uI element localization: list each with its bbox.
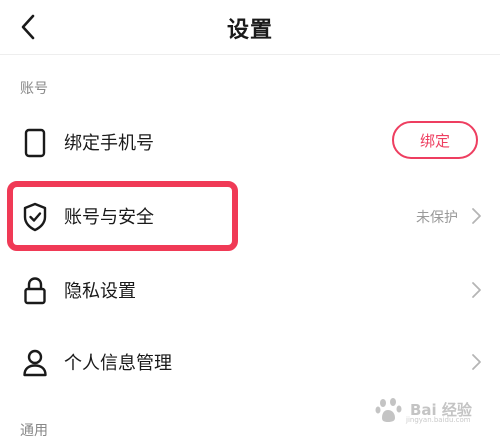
row-privacy[interactable]: 隐私设置 bbox=[0, 260, 500, 320]
watermark: Bai 经验 jingyan.baidu.com bbox=[372, 396, 494, 426]
chevron-right-icon bbox=[472, 208, 481, 224]
watermark-sub: jingyan.baidu.com bbox=[406, 416, 471, 424]
header: 设置 bbox=[0, 0, 500, 54]
shield-check-icon bbox=[18, 200, 52, 234]
row-label: 隐私设置 bbox=[64, 281, 136, 302]
paw-icon bbox=[375, 398, 402, 422]
row-bind-phone[interactable]: 绑定手机号 绑定 bbox=[0, 112, 500, 172]
chevron-right-icon bbox=[472, 354, 481, 370]
bind-phone-button[interactable]: 绑定 bbox=[392, 121, 478, 159]
security-status: 未保护 bbox=[416, 210, 458, 226]
row-label: 个人信息管理 bbox=[64, 353, 172, 374]
row-account-security[interactable]: 账号与安全 未保护 bbox=[0, 186, 500, 246]
header-divider bbox=[0, 54, 500, 55]
user-icon bbox=[18, 346, 52, 380]
row-personal-info[interactable]: 个人信息管理 bbox=[0, 332, 500, 392]
section-label-general: 通用 bbox=[20, 423, 48, 439]
chevron-right-icon bbox=[472, 282, 481, 298]
phone-icon bbox=[18, 126, 52, 160]
lock-icon bbox=[18, 274, 52, 308]
row-label: 绑定手机号 bbox=[64, 133, 154, 154]
section-label-account: 账号 bbox=[20, 81, 48, 97]
page-title: 设置 bbox=[226, 18, 273, 43]
row-label: 账号与安全 bbox=[64, 207, 154, 228]
